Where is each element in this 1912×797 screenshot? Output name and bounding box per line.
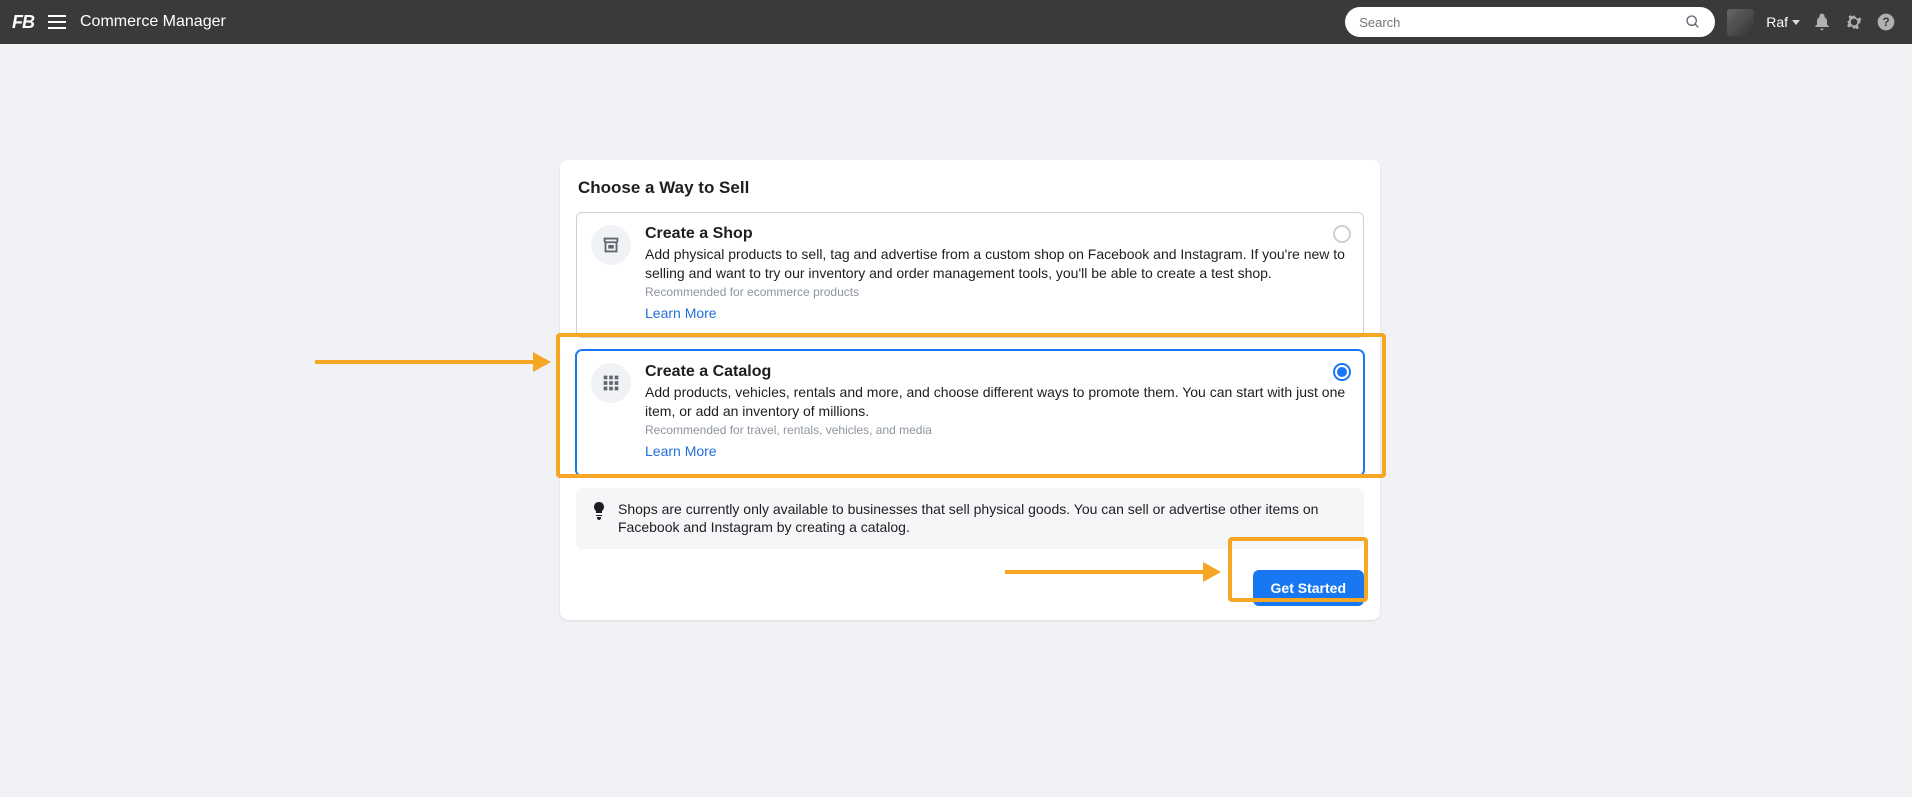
svg-text:?: ? — [1882, 16, 1889, 29]
option-description: Add physical products to sell, tag and a… — [645, 245, 1349, 283]
info-box: Shops are currently only available to bu… — [576, 488, 1364, 550]
topbar-left: FB Commerce Manager — [12, 12, 226, 33]
choose-way-card: Choose a Way to Sell Create a Shop Add p… — [560, 160, 1380, 620]
app-title: Commerce Manager — [80, 13, 226, 31]
user-menu[interactable]: Raf — [1766, 14, 1800, 30]
topbar: FB Commerce Manager Raf ? — [0, 0, 1912, 44]
option-recommended: Recommended for travel, rentals, vehicle… — [645, 423, 1349, 437]
search-input[interactable] — [1359, 15, 1685, 30]
avatar[interactable] — [1727, 9, 1754, 36]
option-create-catalog[interactable]: Create a Catalog Add products, vehicles,… — [576, 350, 1364, 476]
fb-logo[interactable]: FB — [12, 12, 34, 33]
card-title: Choose a Way to Sell — [576, 178, 1364, 198]
get-started-button[interactable]: Get Started — [1253, 570, 1364, 606]
option-recommended: Recommended for ecommerce products — [645, 285, 1349, 299]
user-name-label: Raf — [1766, 14, 1788, 30]
notifications-icon[interactable] — [1812, 12, 1832, 32]
learn-more-link[interactable]: Learn More — [645, 443, 717, 459]
caret-down-icon — [1792, 20, 1800, 25]
option-description: Add products, vehicles, rentals and more… — [645, 383, 1349, 421]
settings-icon[interactable] — [1844, 12, 1864, 32]
help-icon[interactable]: ? — [1876, 12, 1896, 32]
topbar-right: Raf ? — [1345, 7, 1896, 37]
search-box[interactable] — [1345, 7, 1715, 37]
shop-icon — [591, 225, 631, 265]
radio-shop[interactable] — [1333, 225, 1351, 243]
radio-catalog[interactable] — [1333, 363, 1351, 381]
search-icon — [1685, 14, 1701, 30]
lightbulb-icon — [592, 502, 606, 520]
option-title: Create a Catalog — [645, 363, 1349, 381]
catalog-icon — [591, 363, 631, 403]
annotation-arrow-catalog — [315, 352, 555, 372]
info-text: Shops are currently only available to bu… — [618, 500, 1348, 538]
learn-more-link[interactable]: Learn More — [645, 305, 717, 321]
option-create-shop[interactable]: Create a Shop Add physical products to s… — [576, 212, 1364, 338]
hamburger-menu-icon[interactable] — [48, 15, 66, 29]
option-title: Create a Shop — [645, 225, 1349, 243]
